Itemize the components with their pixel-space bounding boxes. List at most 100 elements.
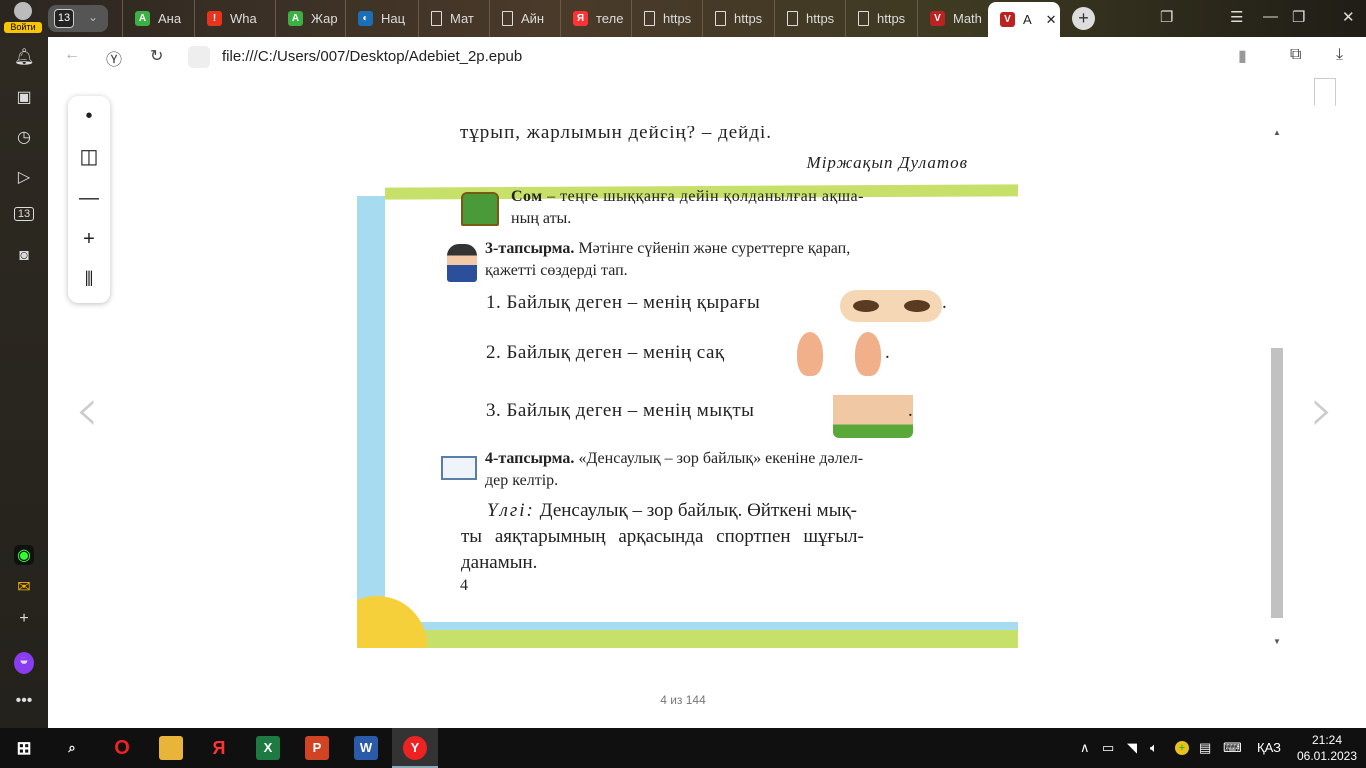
excel-icon[interactable]: X: [256, 736, 280, 760]
scrollbar-thumb[interactable]: [1271, 348, 1283, 618]
new-tab-button[interactable]: +: [1072, 7, 1095, 30]
tab[interactable]: Ятеле: [560, 0, 631, 37]
url-field[interactable]: file:///C:/Users/007/Desktop/Adebiet_2p.…: [222, 48, 522, 65]
favicon-icon: A: [288, 11, 303, 26]
two-page-icon[interactable]: ◫: [68, 137, 110, 178]
language-indicator[interactable]: ҚАЗ: [1257, 740, 1281, 755]
decor-bottom-blue: [417, 622, 1018, 630]
task-text: Мәтінге сүйеніп және суреттерге қарап,: [574, 240, 851, 257]
word-icon[interactable]: W: [354, 736, 378, 760]
scrollbar[interactable]: ▲ ▼: [1270, 126, 1284, 648]
reload-icon[interactable]: ↻: [150, 46, 163, 66]
favicon-icon: ◐: [358, 11, 373, 26]
windows-start-icon[interactable]: ⊞: [12, 736, 36, 760]
tab-count: 13: [54, 9, 74, 28]
tab[interactable]: V Math: [917, 0, 988, 37]
scroll-up-icon[interactable]: ▲: [1273, 128, 1281, 137]
task-text: дер келтір.: [485, 472, 559, 489]
download-icon[interactable]: ⤓: [1336, 46, 1343, 64]
bookmark-icon[interactable]: ▮: [1238, 46, 1247, 66]
next-page-arrow[interactable]: ›: [1310, 375, 1334, 445]
zoom-in-icon[interactable]: +: [68, 219, 110, 260]
tab-label: теле: [596, 11, 624, 26]
bookmarks-icon[interactable]: ❐: [1160, 8, 1173, 26]
wifi-icon[interactable]: ◥: [1127, 740, 1137, 756]
notification-icon[interactable]: ▤: [1199, 740, 1211, 756]
fit-page-icon[interactable]: ⦀: [68, 260, 110, 301]
yandex-browser-icon: Y: [403, 736, 427, 760]
favicon-icon: V: [930, 11, 945, 26]
example-label: Үлгі:: [487, 500, 535, 521]
app-tray-icon[interactable]: +: [1175, 741, 1189, 755]
example-text: ты аяқтарымның арқасында спортпен шұғыл-: [461, 526, 864, 547]
keyboard-icon[interactable]: ⌨: [1223, 740, 1242, 756]
favicon-icon: A: [135, 11, 150, 26]
extensions-icon[interactable]: ⧉: [1290, 46, 1301, 64]
tab-label: Wha: [230, 11, 257, 26]
battery-icon[interactable]: ▭: [1102, 740, 1114, 756]
bell-icon[interactable]: 🔔︎: [14, 47, 34, 67]
scroll-down-icon[interactable]: ▼: [1273, 637, 1281, 646]
example-text: Денсаулық – зор байлық. Өйткені мық-: [534, 500, 858, 521]
tab[interactable]: ◐ Нац: [345, 0, 418, 37]
opera-icon[interactable]: O: [110, 736, 134, 760]
alice-app-icon[interactable]: ◉: [14, 545, 34, 565]
collections-icon[interactable]: ▣: [14, 87, 34, 107]
favicon-icon: !: [207, 11, 222, 26]
yandex-browser-taskbar-button[interactable]: Y: [392, 728, 438, 768]
exercise-item: 2. Байлық деген – менің сақ: [486, 342, 725, 363]
login-label: Войти: [4, 22, 42, 33]
tab[interactable]: A Ана: [122, 0, 194, 37]
tab[interactable]: ! Wha: [194, 0, 275, 37]
play-icon[interactable]: ▷: [14, 167, 34, 187]
tab[interactable]: https: [631, 0, 702, 37]
document-icon: [715, 11, 726, 26]
document-icon: [431, 11, 442, 26]
tab-count-button[interactable]: 13 ⌄: [48, 5, 108, 32]
tab[interactable]: V A ✕: [988, 2, 1060, 37]
powerpoint-icon[interactable]: P: [305, 736, 329, 760]
tab[interactable]: https: [774, 0, 845, 37]
menu-icon[interactable]: ☰: [1230, 8, 1243, 26]
zoom-out-icon[interactable]: —: [68, 178, 110, 219]
chest-icon: [461, 192, 499, 226]
screenshot-icon[interactable]: ◙: [14, 247, 34, 265]
tab[interactable]: Мат: [418, 0, 489, 37]
back-icon[interactable]: ←: [64, 46, 80, 64]
decor-band: [357, 196, 385, 648]
file-explorer-icon[interactable]: [159, 736, 183, 760]
favicon-icon: V: [1000, 12, 1015, 27]
alice-icon[interactable]: ◒: [14, 652, 34, 674]
volume-icon[interactable]: 🔈︎: [1150, 740, 1158, 756]
tab-label: https: [877, 11, 906, 26]
yandex-taskbar-icon[interactable]: Я: [207, 736, 231, 760]
search-icon[interactable]: ⌕: [60, 736, 84, 760]
tab[interactable]: Айн: [489, 0, 560, 37]
add-app-icon[interactable]: +: [14, 610, 34, 628]
task-text: қажетті сөздерді тап.: [485, 262, 628, 279]
tab-label: Math: [953, 11, 982, 26]
mail-icon[interactable]: ✉: [14, 577, 34, 597]
close-tab-icon[interactable]: ✕: [1046, 12, 1057, 28]
profile-button[interactable]: Войти: [4, 2, 42, 35]
tabs-count-icon[interactable]: 13: [14, 207, 34, 221]
yandex-icon[interactable]: Ⓨ: [106, 46, 122, 70]
tab[interactable]: https: [845, 0, 917, 37]
tab-label: Ана: [158, 11, 182, 26]
single-page-icon[interactable]: •: [68, 96, 110, 137]
eyes-illustration: [840, 290, 942, 322]
tab[interactable]: https: [702, 0, 774, 37]
feet-illustration: [833, 384, 913, 438]
history-icon[interactable]: ◷: [14, 127, 34, 147]
tab[interactable]: A Жар: [275, 0, 345, 37]
author: Міржақып Дулатов: [806, 153, 968, 172]
time: 21:24: [1311, 733, 1343, 747]
close-window-button[interactable]: ✕: [1342, 8, 1355, 26]
definition: ның аты.: [511, 210, 572, 227]
clock[interactable]: 21:24 06.01.2023: [1296, 732, 1358, 764]
restore-button[interactable]: ❐: [1292, 8, 1305, 26]
tray-expand-icon[interactable]: ∧: [1080, 740, 1090, 756]
prev-page-arrow[interactable]: ‹: [75, 375, 99, 445]
definition: – теңге шыққанға дейін қолданылған ақша-: [542, 188, 864, 205]
minimize-button[interactable]: —: [1263, 8, 1278, 25]
